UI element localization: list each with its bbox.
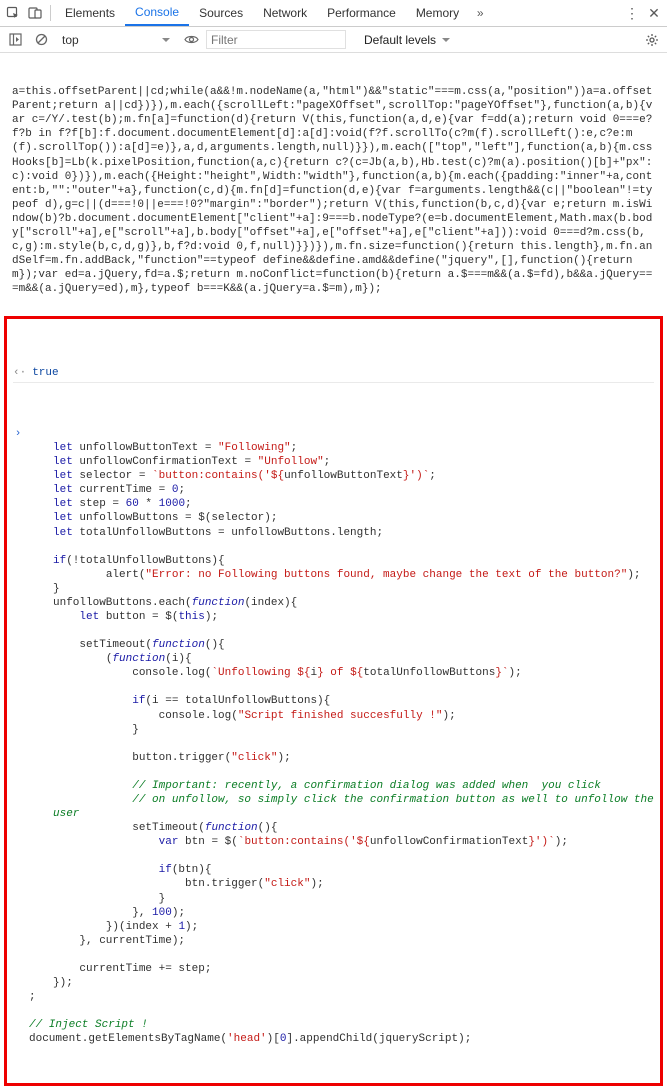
- device-mode-icon[interactable]: [24, 2, 46, 24]
- devtools-tabs: Elements Console Sources Network Perform…: [55, 0, 491, 26]
- inspect-element-icon[interactable]: [2, 2, 24, 24]
- tab-network[interactable]: Network: [253, 0, 317, 26]
- console-toolbar: top Default levels: [0, 27, 667, 53]
- input-indicator-icon: ›: [13, 427, 23, 1046]
- tab-sources[interactable]: Sources: [189, 0, 253, 26]
- tab-elements[interactable]: Elements: [55, 0, 125, 26]
- close-devtools-icon[interactable]: ✕: [643, 5, 665, 22]
- log-levels-select[interactable]: Default levels: [364, 33, 450, 47]
- user-script-input[interactable]: let unfollowButtonText = "Following"; le…: [29, 427, 654, 1046]
- execution-context-select[interactable]: top: [56, 31, 176, 49]
- highlighted-region: ‹· true › let unfollowButtonText = "Foll…: [4, 316, 663, 1085]
- tab-performance[interactable]: Performance: [317, 0, 406, 26]
- tab-console[interactable]: Console: [125, 0, 189, 26]
- filter-input[interactable]: [206, 30, 346, 49]
- console-settings-icon[interactable]: [641, 29, 663, 51]
- more-options-icon[interactable]: ⋮: [621, 5, 643, 22]
- devtools-header: Elements Console Sources Network Perform…: [0, 0, 667, 27]
- tab-memory[interactable]: Memory: [406, 0, 469, 26]
- output-indicator-icon: ‹·: [13, 366, 26, 380]
- clear-console-icon[interactable]: [30, 29, 52, 51]
- minified-log-entry: a=this.offsetParent||cd;while(a&&!m.node…: [12, 83, 655, 298]
- toggle-sidebar-icon[interactable]: [4, 29, 26, 51]
- eye-icon[interactable]: [180, 29, 202, 51]
- result-true: true: [32, 366, 654, 380]
- console-messages: a=this.offsetParent||cd;while(a&&!m.node…: [0, 53, 667, 312]
- tabs-overflow-icon[interactable]: »: [469, 0, 491, 26]
